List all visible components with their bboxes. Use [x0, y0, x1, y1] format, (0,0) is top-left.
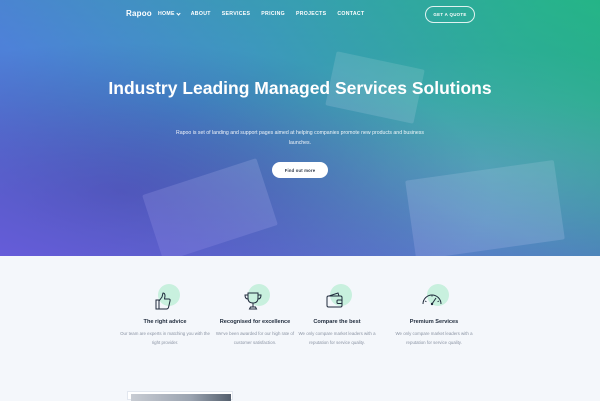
feature-title: Recognised for excellence — [219, 319, 291, 325]
thumbs-up-icon — [155, 292, 171, 310]
nav-item-home[interactable]: HOME — [158, 11, 181, 17]
nav-item-projects[interactable]: PROJECTS — [296, 11, 326, 17]
logo[interactable]: Rapoo — [126, 9, 152, 18]
feature-description: We only compare market leaders with a re… — [298, 331, 376, 345]
feature-right-advice: The right advice Our team are experts in… — [120, 284, 210, 347]
nav-item-services[interactable]: SERVICES — [222, 11, 251, 17]
image-preview-card — [127, 391, 233, 401]
feature-description: Our team are experts in matching you wit… — [120, 331, 210, 345]
top-navigation: Rapoo HOME ABOUT SERVICES PRICING PROJEC… — [0, 0, 600, 28]
feature-description: We only compare market leaders with a re… — [395, 331, 473, 345]
main-menu: HOME ABOUT SERVICES PRICING PROJECTS CON… — [158, 11, 364, 17]
speedometer-icon — [422, 294, 442, 306]
features-section: The right advice Our team are experts in… — [0, 256, 600, 401]
nav-item-contact[interactable]: CONTACT — [337, 11, 364, 17]
feature-title: Premium Services — [409, 319, 459, 325]
hero-title: Industry Leading Managed Services Soluti… — [108, 78, 492, 98]
hero-section: Rapoo HOME ABOUT SERVICES PRICING PROJEC… — [0, 0, 600, 256]
hero-subtitle: Rapoo is set of landing and support page… — [175, 130, 424, 146]
chevron-down-icon — [176, 11, 181, 16]
feature-compare: Compare the best We only compare market … — [292, 284, 382, 347]
feature-description: We've been awarded for our high rate of … — [215, 331, 295, 345]
feature-premium: Premium Services We only compare market … — [389, 284, 479, 347]
get-a-quote-button[interactable]: GET A QUOTE — [425, 6, 475, 23]
nav-item-pricing[interactable]: PRICING — [261, 11, 285, 17]
find-out-more-button[interactable]: Find out more — [272, 162, 328, 178]
nav-item-about[interactable]: ABOUT — [191, 11, 211, 17]
nav-item-label: HOME — [158, 11, 175, 17]
trophy-icon — [244, 292, 262, 310]
feature-title: Compare the best — [313, 319, 361, 325]
feature-recognised: Recognised for excellence We've been awa… — [210, 284, 300, 347]
feature-title: The right advice — [143, 319, 187, 325]
wallet-icon — [326, 292, 343, 308]
